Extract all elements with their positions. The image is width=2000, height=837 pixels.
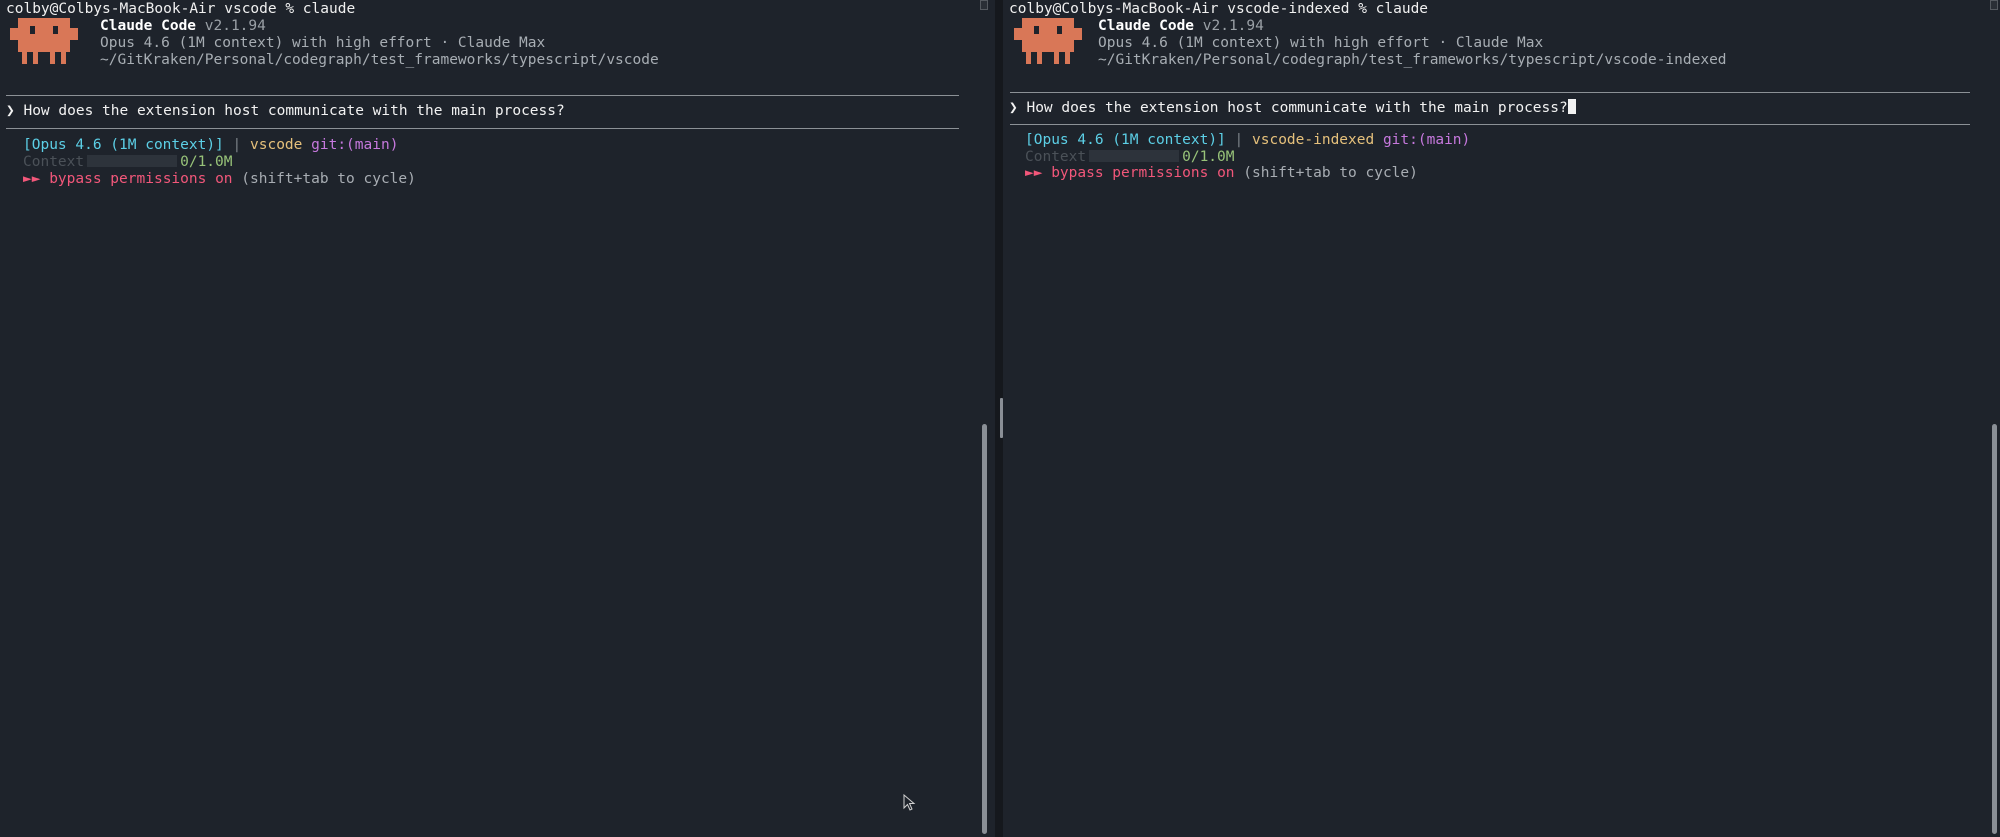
context-value: 0/1.0M	[180, 154, 233, 170]
scrollbar-right[interactable]	[1990, 0, 1998, 837]
status-separator: |	[1234, 132, 1244, 148]
status-repo: vscode	[250, 137, 303, 153]
input-top-rule	[1010, 92, 1970, 93]
shell-prompt: colby@Colbys-MacBook-Air vscode % claude	[6, 1, 356, 17]
status-line: [Opus 4.6 (1M context)] | vscode-indexed…	[1025, 132, 1470, 149]
app-header: Claude Code v2.1.94 Opus 4.6 (1M context…	[1098, 18, 1727, 69]
chevron-right-icon: ❯	[6, 103, 15, 119]
context-bar	[87, 155, 178, 167]
bypass-hint: (shift+tab to cycle)	[1243, 165, 1418, 181]
double-play-icon: ►►	[1025, 165, 1043, 181]
input-top-rule	[6, 95, 959, 96]
shell-prompt: colby@Colbys-MacBook-Air vscode-indexed …	[1009, 1, 1429, 17]
terminal-pane-left[interactable]: colby@Colbys-MacBook-Air vscode % claude…	[0, 0, 989, 837]
context-label: Context	[1025, 149, 1087, 165]
input-bottom-rule	[1010, 124, 1970, 125]
scrollbar-thumb-right[interactable]	[1992, 424, 1997, 834]
status-separator: |	[232, 137, 242, 153]
bypass-line: ►► bypass permissions on (shift+tab to c…	[1025, 165, 1418, 182]
app-version: v2.1.94	[1202, 18, 1264, 34]
status-model: [Opus 4.6 (1M context)]	[23, 137, 224, 153]
claude-mascot-icon	[10, 18, 78, 64]
scrollbar-thumb-left[interactable]	[982, 424, 987, 834]
context-value: 0/1.0M	[1182, 149, 1235, 165]
context-line: Context 0/1.0M	[1025, 149, 1235, 166]
scroll-marker	[980, 0, 988, 10]
double-play-icon: ►►	[23, 171, 41, 187]
working-directory: ~/GitKraken/Personal/codegraph/test_fram…	[100, 52, 659, 68]
terminal-pane-right[interactable]: colby@Colbys-MacBook-Air vscode-indexed …	[1004, 0, 2000, 837]
scroll-marker	[1990, 0, 1998, 10]
prompt-input-text: How does the extension host communicate …	[1026, 100, 1568, 116]
status-branch: (main)	[1417, 132, 1471, 148]
status-git-label: git:	[1382, 132, 1418, 148]
bypass-hint: (shift+tab to cycle)	[241, 171, 416, 187]
app-header: Claude Code v2.1.94 Opus 4.6 (1M context…	[100, 18, 659, 69]
status-model: [Opus 4.6 (1M context)]	[1025, 132, 1226, 148]
prompt-input[interactable]: ❯ How does the extension host communicat…	[6, 103, 565, 120]
bypass-permissions-text: bypass permissions on	[49, 171, 233, 187]
context-line: Context 0/1.0M	[23, 154, 233, 171]
status-line: [Opus 4.6 (1M context)] | vscode git:(ma…	[23, 137, 398, 154]
bypass-permissions-text: bypass permissions on	[1051, 165, 1235, 181]
pane-resize-handle[interactable]	[1000, 398, 1003, 438]
bypass-line: ►► bypass permissions on (shift+tab to c…	[23, 171, 416, 188]
status-git-label: git:	[311, 137, 347, 153]
app-name: Claude Code	[1098, 18, 1195, 34]
model-line: Opus 4.6 (1M context) with high effort ·…	[1098, 35, 1544, 51]
mouse-pointer-icon	[903, 794, 916, 811]
scrollbar-left[interactable]	[980, 0, 988, 837]
app-name: Claude Code	[100, 18, 197, 34]
prompt-input[interactable]: ❯ How does the extension host communicat…	[1009, 99, 1576, 117]
input-bottom-rule	[6, 128, 959, 129]
text-cursor	[1567, 99, 1576, 114]
working-directory: ~/GitKraken/Personal/codegraph/test_fram…	[1098, 52, 1727, 68]
status-branch: (main)	[346, 137, 399, 153]
app-version: v2.1.94	[204, 18, 266, 34]
model-line: Opus 4.6 (1M context) with high effort ·…	[100, 35, 546, 51]
prompt-input-text: How does the extension host communicate …	[23, 103, 565, 119]
context-label: Context	[23, 154, 85, 170]
chevron-right-icon: ❯	[1009, 100, 1018, 116]
context-bar	[1089, 150, 1180, 162]
claude-mascot-icon	[1014, 18, 1082, 64]
status-repo: vscode-indexed	[1252, 132, 1375, 148]
